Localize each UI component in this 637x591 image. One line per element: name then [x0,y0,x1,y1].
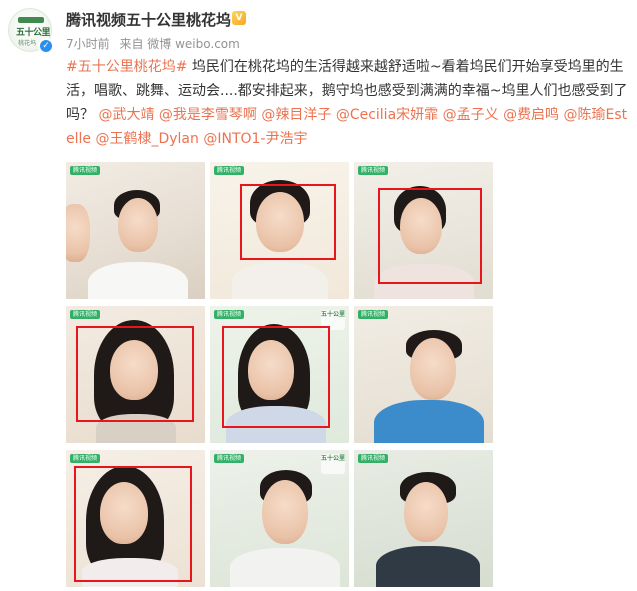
post-meta: 7小时前 来自 微博 weibo.com [66,35,246,52]
video-platform-badge: 腾讯视频 [214,310,245,319]
show-logo-icon: 五十公里 [321,454,345,474]
vip-badge-icon[interactable]: V [232,11,246,25]
photo-thumbnail[interactable]: 腾讯视频 [210,162,349,299]
photo-thumbnail[interactable]: 腾讯视频 五十公里 [210,450,349,587]
account-name[interactable]: 腾讯视频五十公里桃花坞 [66,9,231,30]
photo-thumbnail[interactable]: 腾讯视频 [66,306,205,443]
face-highlight-box [76,326,194,422]
video-platform-badge: 腾讯视频 [358,166,389,175]
avatar-logo-subtext: 桃花坞 [18,40,37,47]
hashtag-link[interactable]: #五十公里桃花坞# [66,59,187,75]
post-time[interactable]: 7小时前 [66,37,110,51]
verified-icon: ✓ [38,38,54,54]
mention-link[interactable]: @我是李雪琴啊 [159,107,257,123]
photo-thumbnail[interactable]: 腾讯视频 五十公里 [210,306,349,443]
logo-bar-icon [18,17,44,23]
face-highlight-box [222,326,330,428]
mention-link[interactable]: @Cecilia宋妍霏 [336,107,438,123]
mention-link[interactable]: @费启鸣 [503,107,559,123]
video-platform-badge: 腾讯视频 [70,166,101,175]
face-highlight-box [378,188,482,284]
video-platform-badge: 腾讯视频 [214,166,245,175]
video-platform-badge: 腾讯视频 [358,454,389,463]
photo-thumbnail[interactable]: 腾讯视频 [354,306,493,443]
video-platform-badge: 腾讯视频 [358,310,389,319]
face-highlight-box [74,466,192,582]
mention-link[interactable]: @王鹤棣_Dylan [95,131,198,147]
mention-link[interactable]: @INTO1-尹浩宇 [203,131,307,147]
mention-link[interactable]: @武大靖 [98,107,154,123]
mention-link[interactable]: @辣目洋子 [261,107,331,123]
video-platform-badge: 腾讯视频 [214,454,245,463]
mention-link[interactable]: @孟子义 [443,107,499,123]
face-highlight-box [240,184,336,260]
photo-thumbnail[interactable]: 腾讯视频 [66,450,205,587]
photo-thumbnail[interactable]: 腾讯视频 [66,162,205,299]
account-avatar[interactable]: 五十公里 桃花坞 ✓ [8,8,54,54]
video-platform-badge: 腾讯视频 [70,310,101,319]
video-platform-badge: 腾讯视频 [70,454,101,463]
photo-thumbnail[interactable]: 腾讯视频 [354,162,493,299]
photo-grid: 腾讯视频 腾讯视频 腾讯视频 腾讯视频 腾讯视频 五十公里 腾讯视频 腾讯视频 … [66,162,493,588]
post-source: 来自 微博 weibo.com [119,37,240,51]
avatar-logo-text: 五十公里 [16,28,51,38]
photo-thumbnail[interactable]: 腾讯视频 [354,450,493,587]
post-body: #五十公里桃花坞# 坞民们在桃花坞的生活得越来越舒适啦~看着坞民们开始享受坞里的… [66,55,632,151]
